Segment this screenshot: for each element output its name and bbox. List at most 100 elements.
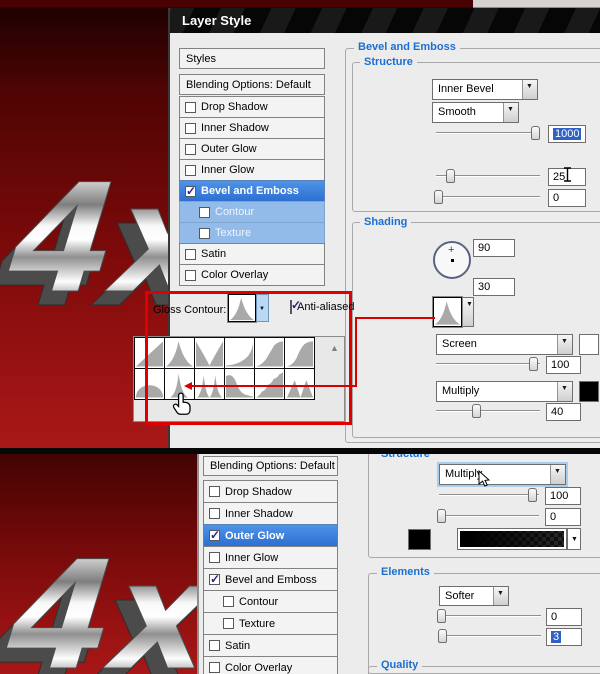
angle-dial[interactable]: + xyxy=(433,241,471,279)
glow-color-swatch[interactable] xyxy=(408,529,431,550)
checkbox-icon[interactable] xyxy=(199,206,210,218)
style-item-satin[interactable]: Satin xyxy=(179,243,325,265)
noise-input[interactable]: 0 xyxy=(545,508,581,526)
checkbox-icon[interactable] xyxy=(209,552,220,563)
blending-options-button[interactable]: Blending Options: Default xyxy=(179,74,325,95)
gloss-contour-thumbnail[interactable] xyxy=(433,297,462,327)
soften-slider-thumb[interactable] xyxy=(434,190,444,204)
og-opacity-input[interactable]: 100 xyxy=(545,487,581,505)
style-item-drop-shadow[interactable]: Drop Shadow xyxy=(179,96,325,118)
checkbox-icon[interactable] xyxy=(223,618,234,629)
shadow-mode-select[interactable]: Multiply xyxy=(436,381,573,402)
shadow-opacity-slider[interactable] xyxy=(436,404,540,418)
checkbox-icon[interactable] xyxy=(199,227,210,239)
annotation-anti-aliased-checkbox[interactable] xyxy=(290,300,292,314)
size-slider-thumb[interactable] xyxy=(445,169,455,183)
blend-mode-select[interactable]: Multiply xyxy=(439,464,566,485)
og-technique-select[interactable]: Softer xyxy=(439,586,509,606)
style-item-contour[interactable]: Contour xyxy=(203,590,338,613)
style-item-inner-shadow[interactable]: Inner Shadow xyxy=(203,502,338,525)
checkbox-icon[interactable] xyxy=(223,596,234,607)
noise-slider-thumb[interactable] xyxy=(437,509,446,523)
spread-slider[interactable] xyxy=(437,609,541,623)
checkbox-icon[interactable] xyxy=(185,164,196,176)
shadow-color-swatch[interactable] xyxy=(579,381,599,402)
style-item-label: Satin xyxy=(225,639,251,652)
slider-groove xyxy=(439,515,539,516)
shadow-opacity-input[interactable]: 40 xyxy=(546,403,581,421)
spread-input[interactable]: 0 xyxy=(546,608,582,626)
og-opacity-slider[interactable] xyxy=(439,488,539,502)
checkbox-icon[interactable] xyxy=(209,508,220,519)
angle-input[interactable]: 90 xyxy=(473,239,515,257)
depth-slider[interactable] xyxy=(436,126,540,140)
bevel-style-select[interactable]: Inner Bevel xyxy=(432,79,538,100)
style-list: Drop Shadow Inner Shadow Outer Glow Inner G… xyxy=(179,96,325,286)
style-item-bevel-and-emboss[interactable]: Bevel and Emboss xyxy=(179,180,325,202)
checkbox-icon[interactable] xyxy=(209,662,220,673)
gradient-arrow-button[interactable] xyxy=(567,528,581,550)
style-item-inner-glow[interactable]: Inner Glow xyxy=(179,159,325,181)
dropdown-arrow-icon[interactable] xyxy=(522,80,537,99)
style-item-inner-glow[interactable]: Inner Glow xyxy=(203,546,338,569)
og-size-input[interactable]: 3 xyxy=(546,628,582,646)
soften-input[interactable]: 0 xyxy=(548,189,586,207)
style-item-label: Contour xyxy=(239,595,279,608)
noise-slider[interactable] xyxy=(437,509,539,523)
style-item-contour[interactable]: Contour xyxy=(179,201,325,223)
annotation-arrow-line xyxy=(191,385,357,387)
style-item-drop-shadow[interactable]: Drop Shadow xyxy=(203,480,338,503)
highlight-opacity-thumb[interactable] xyxy=(528,357,538,371)
dropdown-arrow-icon[interactable] xyxy=(550,465,565,484)
spread-slider-thumb[interactable] xyxy=(437,609,447,623)
elements-label: Elements xyxy=(377,566,434,578)
checkbox-icon[interactable] xyxy=(209,572,220,586)
style-item-texture[interactable]: Texture xyxy=(179,222,325,244)
style-item-inner-shadow[interactable]: Inner Shadow xyxy=(179,117,325,139)
checkbox-icon[interactable] xyxy=(185,143,196,155)
size-slider[interactable] xyxy=(436,169,540,183)
style-item-outer-glow[interactable]: Outer Glow xyxy=(203,524,338,547)
dialog-titlebar[interactable]: Layer Style xyxy=(168,8,600,33)
depth-input[interactable]: 1000 xyxy=(548,125,586,143)
style-item-outer-glow[interactable]: Outer Glow xyxy=(179,138,325,160)
checkbox-icon[interactable] xyxy=(185,101,196,113)
blending-options-button-2[interactable]: Blending Options: Default xyxy=(203,456,338,476)
checkbox-icon[interactable] xyxy=(209,640,220,651)
checkbox-icon[interactable] xyxy=(185,184,196,198)
style-item-satin[interactable]: Satin xyxy=(203,634,338,657)
dropdown-arrow-icon[interactable] xyxy=(503,103,518,122)
gloss-contour-arrow-button[interactable] xyxy=(462,297,474,327)
shadow-opacity-thumb[interactable] xyxy=(471,404,481,418)
checkbox-icon[interactable] xyxy=(185,122,196,134)
dropdown-arrow-icon[interactable] xyxy=(493,587,508,605)
arrow-cursor-icon xyxy=(478,470,490,487)
soften-value: 0 xyxy=(553,192,560,204)
dropdown-arrow-icon[interactable] xyxy=(462,298,473,326)
style-item-bevel-and-emboss[interactable]: Bevel and Emboss xyxy=(203,568,338,591)
annotation-arrowhead xyxy=(184,382,192,390)
checkbox-icon[interactable] xyxy=(209,486,220,497)
soften-slider[interactable] xyxy=(434,190,540,204)
style-item-color-overlay[interactable]: Color Overlay xyxy=(203,656,338,674)
highlight-color-swatch[interactable] xyxy=(579,334,599,355)
highlight-opacity-slider[interactable] xyxy=(436,357,540,371)
og-opacity-thumb[interactable] xyxy=(528,488,537,502)
checkbox-icon[interactable] xyxy=(185,269,196,281)
og-size-slider[interactable] xyxy=(438,629,541,643)
style-item-texture[interactable]: Texture xyxy=(203,612,338,635)
og-size-slider-thumb[interactable] xyxy=(438,629,448,643)
dropdown-arrow-icon[interactable] xyxy=(557,335,572,354)
technique-select[interactable]: Smooth xyxy=(432,102,519,123)
altitude-input[interactable]: 30 xyxy=(473,278,515,296)
style-item-color-overlay[interactable]: Color Overlay xyxy=(179,264,325,286)
annotation-anti-aliased-label: Anti-aliased xyxy=(297,301,355,313)
depth-slider-thumb[interactable] xyxy=(530,126,540,140)
highlight-mode-select[interactable]: Screen xyxy=(436,334,573,355)
checkbox-icon[interactable] xyxy=(209,528,220,542)
dropdown-arrow-icon[interactable] xyxy=(557,382,572,401)
glow-gradient-bar[interactable] xyxy=(457,528,567,550)
checkbox-icon[interactable] xyxy=(185,248,196,260)
styles-button[interactable]: Styles xyxy=(179,48,325,69)
highlight-opacity-input[interactable]: 100 xyxy=(546,356,581,374)
